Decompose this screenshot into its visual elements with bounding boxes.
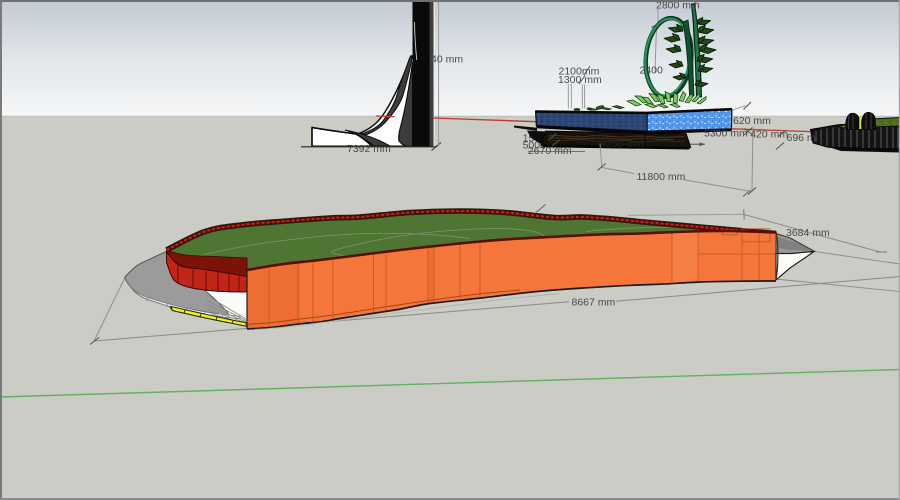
- svg-text:3684 mm: 3684 mm: [786, 227, 830, 239]
- svg-text:1300 mm: 1300 mm: [558, 74, 602, 86]
- svg-text:5300 mm: 5300 mm: [704, 128, 748, 140]
- svg-text:7392 mm: 7392 mm: [347, 143, 391, 155]
- svg-text:696 m: 696 m: [787, 132, 816, 144]
- svg-text:420 mm: 420 mm: [750, 129, 788, 141]
- svg-text:9250 mm: 9250 mm: [600, 138, 644, 150]
- svg-text:8667 mm: 8667 mm: [572, 297, 616, 309]
- svg-text:620 mm: 620 mm: [733, 115, 771, 127]
- svg-text:2400: 2400: [640, 65, 664, 77]
- svg-text:11800 mm: 11800 mm: [637, 171, 686, 183]
- svg-text:40 mm: 40 mm: [431, 54, 463, 66]
